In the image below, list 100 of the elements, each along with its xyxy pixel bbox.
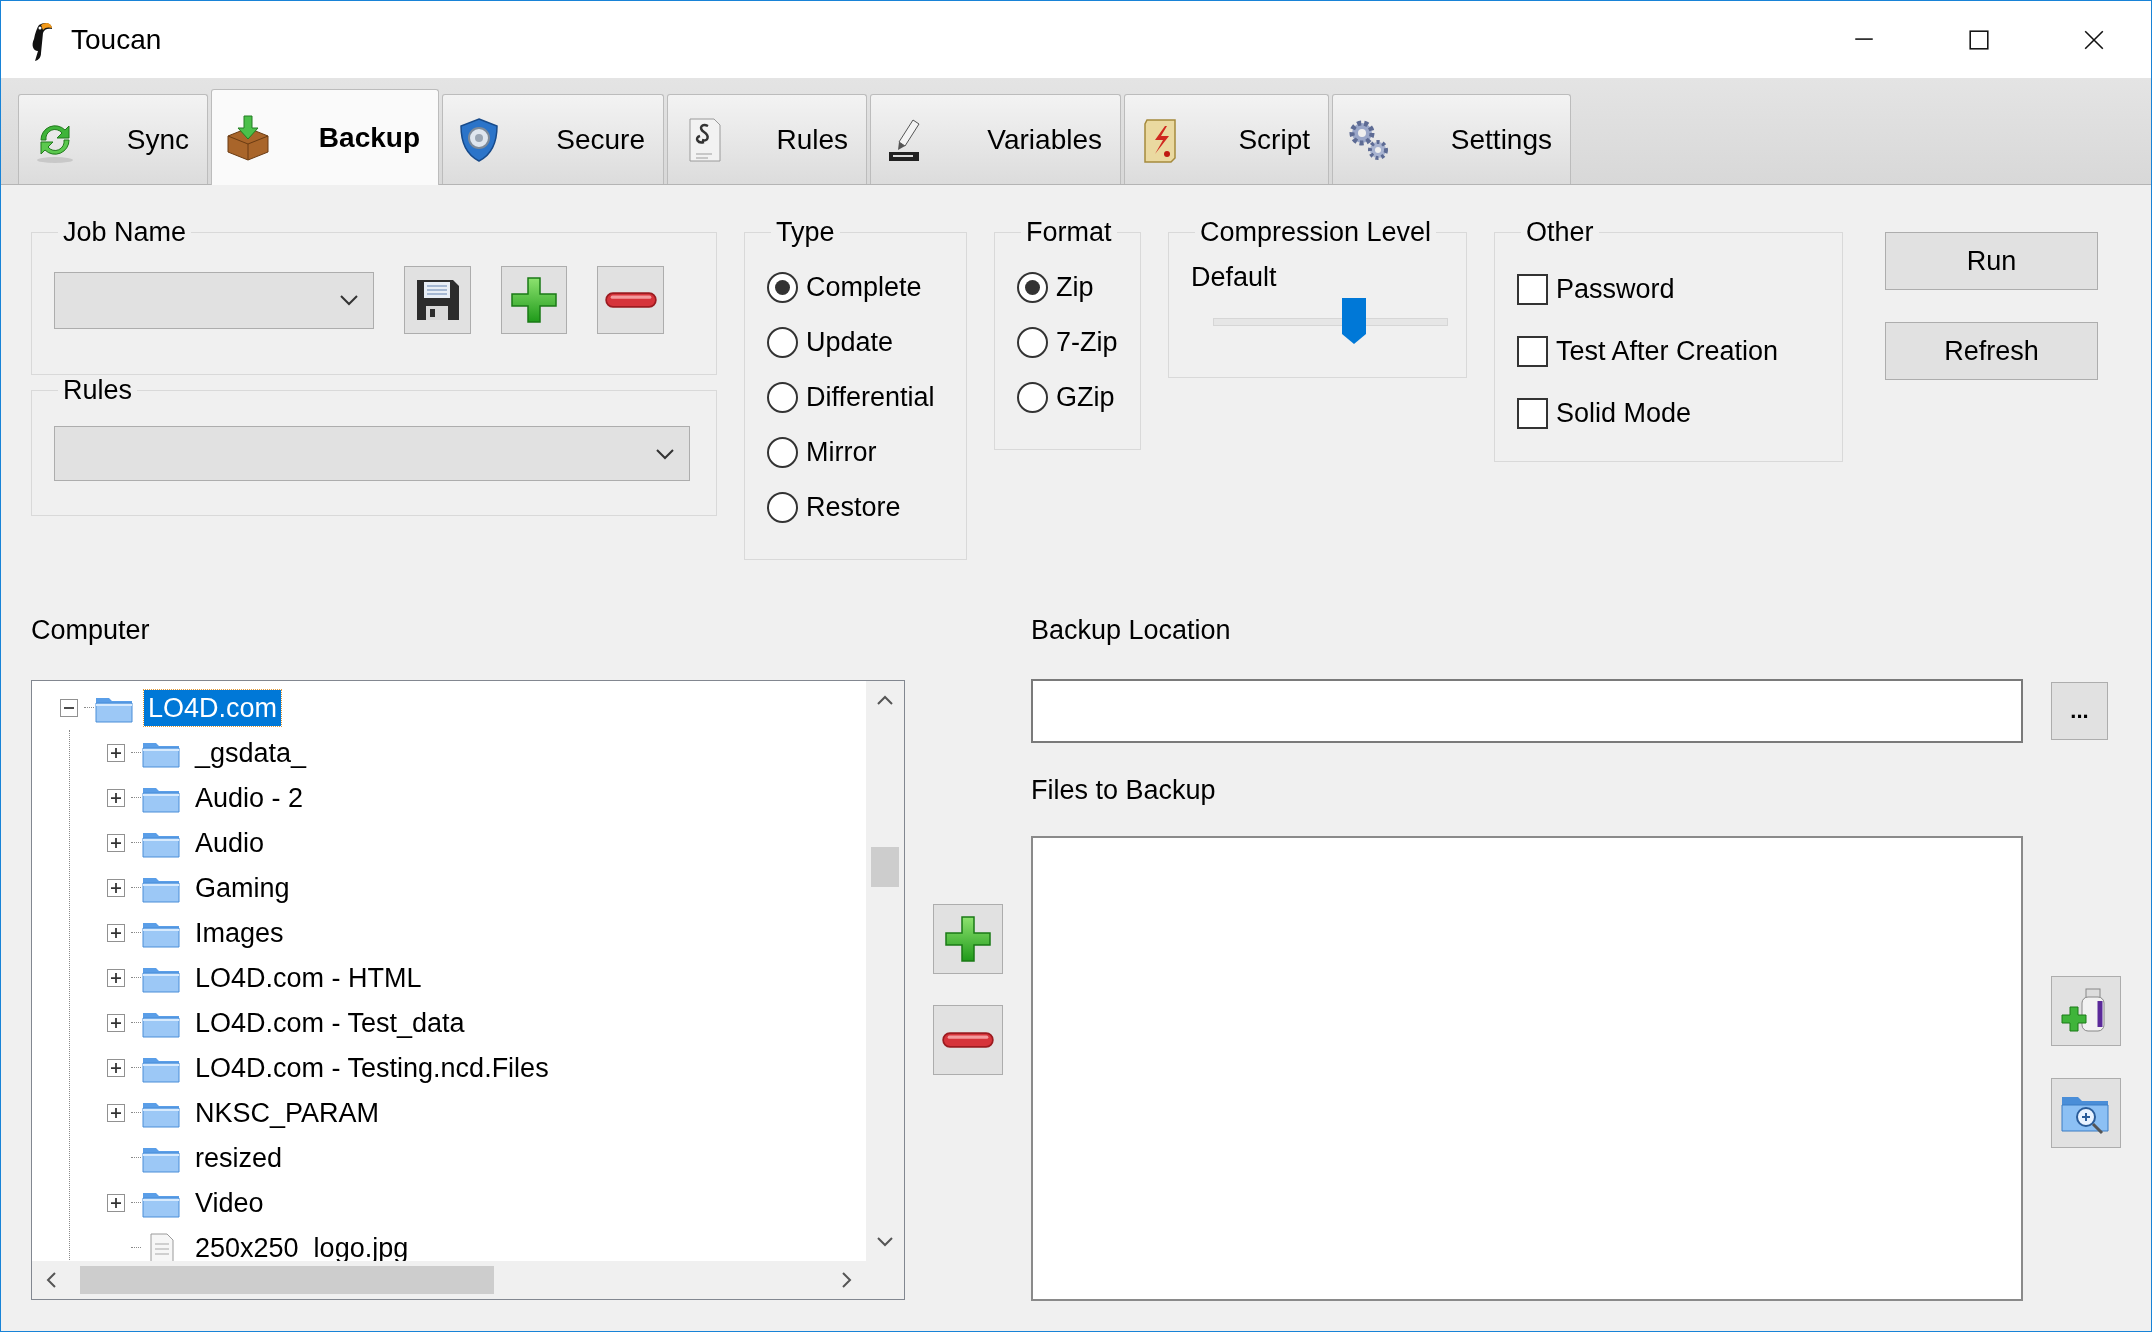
group-label: Format <box>1025 217 1113 248</box>
plus-sign-icon <box>111 882 121 893</box>
panel-label: Computer <box>31 614 150 646</box>
option-label: 7-Zip <box>1056 327 1118 358</box>
action-button[interactable]: Run <box>1885 232 2098 290</box>
checkbox[interactable] <box>1517 335 1548 367</box>
expand-toggle[interactable] <box>107 1193 125 1212</box>
tab[interactable]: Settings <box>1332 94 1571 184</box>
tree-item[interactable]: Audio <box>191 824 269 861</box>
field-label: Backup Location <box>1031 614 1231 646</box>
box-icon <box>224 113 272 162</box>
field-label: Files to Backup <box>1031 774 1216 806</box>
radio-button[interactable] <box>767 382 798 413</box>
plus-sign-icon <box>111 927 121 938</box>
tree-item[interactable]: Video <box>191 1184 268 1221</box>
minus-sign-icon <box>64 706 74 709</box>
expand-toggle[interactable] <box>107 878 125 897</box>
radio-button[interactable] <box>767 437 798 468</box>
add-drive-button[interactable] <box>2051 976 2121 1046</box>
tree-item[interactable]: LO4D.com - Testing.ncd.Files <box>191 1049 553 1086</box>
expand-toggle[interactable] <box>60 698 78 717</box>
tab[interactable]: Script <box>1124 94 1329 184</box>
group-label: Type <box>775 217 836 248</box>
plus-sign-icon <box>111 1107 121 1118</box>
tree-item[interactable]: resized <box>191 1139 287 1176</box>
save-button[interactable] <box>403 266 471 334</box>
close-icon <box>2082 28 2105 51</box>
checkbox-label: Test After Creation <box>1556 335 1779 367</box>
caret-left-icon <box>45 1271 57 1289</box>
remove-button[interactable] <box>597 266 664 334</box>
caret-icon <box>655 447 675 460</box>
group-label: Job Name <box>62 217 188 248</box>
maximize-icon <box>1967 28 1990 51</box>
tree-item[interactable]: LO4D.com <box>144 689 282 726</box>
option-label: Mirror <box>806 437 877 468</box>
expand-toggle[interactable] <box>107 1103 125 1122</box>
tree-item[interactable]: Gaming <box>191 869 294 906</box>
minus-icon <box>604 291 657 309</box>
radio-button[interactable] <box>1017 272 1048 303</box>
tree-item[interactable]: Audio - 2 <box>191 779 308 816</box>
option-label: Differential <box>806 382 935 413</box>
radio-button[interactable] <box>767 327 798 358</box>
checkbox-label: Password <box>1556 273 1675 305</box>
group-label: Compression Level <box>1199 217 1433 248</box>
expand-toggle[interactable] <box>107 968 125 987</box>
tree-item[interactable]: LO4D.com - HTML <box>191 959 426 996</box>
checkbox-label: Solid Mode <box>1556 397 1692 429</box>
caret-down-icon <box>876 1236 894 1248</box>
tree-item[interactable]: LO4D.com - Test_data <box>191 1004 469 1041</box>
radio-button[interactable] <box>767 492 798 523</box>
expand-toggle[interactable] <box>107 743 125 762</box>
expand-toggle[interactable] <box>107 833 125 852</box>
plus-sign-icon <box>111 837 121 848</box>
minimize-icon <box>1852 38 1875 41</box>
expand-toggle[interactable] <box>107 788 125 807</box>
radio-button[interactable] <box>1017 327 1048 358</box>
window-title: Toucan <box>71 23 162 56</box>
option-label: Restore <box>806 492 901 523</box>
scrollbar-thumb[interactable] <box>80 1266 494 1294</box>
tab[interactable]: Secure <box>442 94 664 184</box>
plus-sign-icon <box>111 792 121 803</box>
browse-button[interactable]: ... <box>2051 682 2108 740</box>
plus-sign-icon <box>111 1062 121 1073</box>
expand-toggle[interactable] <box>107 923 125 942</box>
slider-value: Default <box>1191 262 1277 293</box>
radio-button[interactable] <box>767 272 798 303</box>
add-button[interactable] <box>500 266 568 334</box>
tab[interactable]: Variables <box>870 94 1121 184</box>
slider[interactable] <box>1213 297 1448 345</box>
option-label: Complete <box>806 272 922 303</box>
plus-icon <box>942 913 994 965</box>
radio-button[interactable] <box>1017 382 1048 413</box>
tree-item[interactable]: _gsdata_ <box>191 734 311 771</box>
group-label: Other <box>1525 217 1595 248</box>
plus-sign-icon <box>111 1017 121 1028</box>
option-label: Update <box>806 327 894 358</box>
tab[interactable]: Backup <box>211 89 439 185</box>
tree-item[interactable]: NKSC_PARAM <box>191 1094 384 1131</box>
plus-sign-icon <box>111 747 121 758</box>
tab[interactable]: Sync <box>18 94 208 184</box>
caret-up-icon <box>876 694 894 706</box>
tree-item[interactable]: Images <box>191 914 288 951</box>
tab[interactable]: Rules <box>667 94 867 184</box>
option-label: Zip <box>1056 272 1094 303</box>
remove-button[interactable] <box>933 1005 1003 1075</box>
checkbox[interactable] <box>1517 273 1548 305</box>
caret-right-icon <box>841 1271 853 1289</box>
plus-sign-icon <box>111 1197 121 1208</box>
action-button[interactable]: Refresh <box>1885 322 2098 380</box>
plus-sign-icon <box>111 972 121 983</box>
slider-thumb[interactable] <box>1341 297 1367 345</box>
expand-toggle[interactable] <box>107 1058 125 1077</box>
browse-folder-button[interactable] <box>2051 1078 2121 1148</box>
option-label: GZip <box>1056 382 1115 413</box>
location-field[interactable] <box>1031 679 2023 743</box>
scrollbar-thumb[interactable] <box>871 847 899 887</box>
add-button[interactable] <box>933 904 1003 974</box>
checkbox[interactable] <box>1517 397 1548 429</box>
expand-toggle[interactable] <box>107 1013 125 1032</box>
slider-thumb-icon <box>1341 297 1367 345</box>
